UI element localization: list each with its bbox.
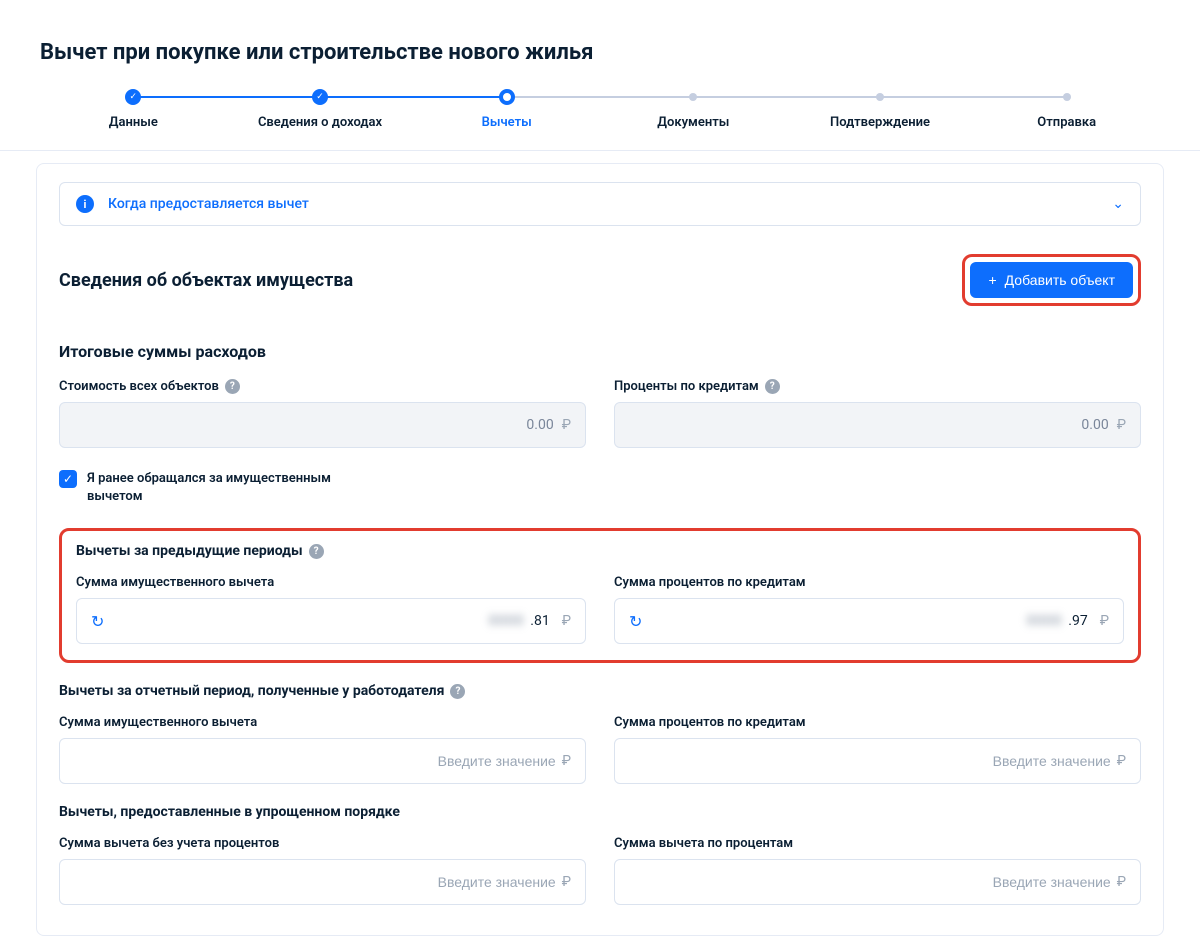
check-icon: ✓ <box>312 89 328 105</box>
ruble-icon: ₽ <box>562 753 571 769</box>
add-button-highlight: + Добавить объект <box>962 254 1141 306</box>
value-tail: .81 <box>530 613 549 629</box>
step-label: Подтверждение <box>830 115 930 130</box>
value-area: 0000 .81 ₽ <box>104 613 571 629</box>
page-title: Вычет при покупке или строительстве ново… <box>0 0 1200 89</box>
employer-row: Сумма имущественного вычета ₽ Сумма проц… <box>59 715 1141 784</box>
reset-icon[interactable]: ↻ <box>91 612 104 631</box>
value-area: 0000 .97 ₽ <box>642 613 1109 629</box>
simple-no-interest-col: Сумма вычета без учета процентов ₽ <box>59 836 586 905</box>
step-label: Сведения о доходах <box>258 115 382 130</box>
ruble-icon: ₽ <box>1117 874 1126 890</box>
simple-interest-label: Сумма вычета по процентам <box>614 836 1141 851</box>
employer-deduction-input[interactable] <box>74 753 556 769</box>
plus-icon: + <box>988 272 996 288</box>
step-label: Документы <box>657 115 729 130</box>
prev-deduction-sum-col: Сумма имущественного вычета ↻ 0000 .81 ₽ <box>76 575 586 644</box>
step-line <box>320 96 507 98</box>
prev-deduction-sum-input[interactable]: ↻ 0000 .81 ₽ <box>76 598 586 644</box>
employer-loan-input-box: ₽ <box>614 738 1141 784</box>
simple-no-interest-label: Сумма вычета без учета процентов <box>59 836 586 851</box>
info-icon: i <box>76 195 94 213</box>
employer-deduction-input-box: ₽ <box>59 738 586 784</box>
simple-interest-input[interactable] <box>629 874 1111 890</box>
step-line <box>133 96 320 98</box>
totals-row: Стоимость всех объектов ? 0.00 ₽ Процент… <box>59 379 1141 448</box>
prev-deduction-check-label: Я ранее обращался за имущественным вычет… <box>87 470 379 506</box>
info-banner[interactable]: i Когда предоставляется вычет ⌄ <box>59 182 1141 226</box>
ruble-icon: ₽ <box>562 613 571 629</box>
ruble-icon: ₽ <box>562 417 571 433</box>
dot-icon <box>689 93 697 101</box>
total-loan-label: Проценты по кредитам ? <box>614 379 1141 394</box>
ruble-icon: ₽ <box>1117 753 1126 769</box>
prev-deduction-check-row: ✓ Я ранее обращался за имущественным выч… <box>59 470 379 506</box>
section-objects-head: Сведения об объектах имущества + Добавит… <box>59 254 1141 306</box>
step-label: Вычеты <box>482 115 532 130</box>
redacted-value: 0000 <box>489 613 524 629</box>
prev-periods-title: Вычеты за предыдущие периоды ? <box>76 543 1124 559</box>
simple-no-interest-input-box: ₽ <box>59 859 586 905</box>
total-cost-col: Стоимость всех объектов ? 0.00 ₽ <box>59 379 586 448</box>
total-cost-label: Стоимость всех объектов ? <box>59 379 586 394</box>
stepper: ✓ Данные ✓ Сведения о доходах Вычеты Док… <box>0 89 1200 151</box>
ruble-icon: ₽ <box>1117 417 1126 433</box>
employer-deduction-label: Сумма имущественного вычета <box>59 715 586 730</box>
employer-loan-input[interactable] <box>629 753 1111 769</box>
prev-periods-highlight: Вычеты за предыдущие периоды ? Сумма иму… <box>59 528 1141 663</box>
check-icon: ✓ <box>125 89 141 105</box>
prev-periods-row: Сумма имущественного вычета ↻ 0000 .81 ₽… <box>76 575 1124 644</box>
employer-loan-col: Сумма процентов по кредитам ₽ <box>614 715 1141 784</box>
redacted-value: 0000 <box>1027 613 1062 629</box>
value-tail: .97 <box>1068 613 1087 629</box>
info-banner-text: Когда предоставляется вычет <box>108 196 309 212</box>
card: i Когда предоставляется вычет ⌄ Сведения… <box>36 163 1164 936</box>
prev-deduction-sum-label: Сумма имущественного вычета <box>76 575 586 590</box>
current-dot-icon <box>499 89 515 105</box>
total-cost-value: 0.00 ₽ <box>59 402 586 448</box>
add-object-button[interactable]: + Добавить объект <box>970 262 1133 298</box>
help-icon[interactable]: ? <box>309 544 324 559</box>
add-object-label: Добавить объект <box>1005 272 1115 288</box>
prev-loan-sum-input[interactable]: ↻ 0000 .97 ₽ <box>614 598 1124 644</box>
section-objects-title: Сведения об объектах имущества <box>59 270 353 291</box>
page: Вычет при покупке или строительстве ново… <box>0 0 1200 936</box>
help-icon[interactable]: ? <box>450 684 465 699</box>
simple-no-interest-input[interactable] <box>74 874 556 890</box>
step-data[interactable]: ✓ Данные <box>40 89 227 130</box>
ruble-icon: ₽ <box>562 874 571 890</box>
reset-icon[interactable]: ↻ <box>629 612 642 631</box>
simple-interest-input-box: ₽ <box>614 859 1141 905</box>
ruble-icon: ₽ <box>1100 613 1109 629</box>
prev-loan-sum-label: Сумма процентов по кредитам <box>614 575 1124 590</box>
chevron-down-icon: ⌄ <box>1112 196 1124 212</box>
employer-deduction-col: Сумма имущественного вычета ₽ <box>59 715 586 784</box>
help-icon[interactable]: ? <box>225 379 240 394</box>
simple-group: Вычеты, предоставленные в упрощенном пор… <box>59 804 1141 905</box>
step-line <box>880 96 1067 98</box>
total-loan-col: Проценты по кредитам ? 0.00 ₽ <box>614 379 1141 448</box>
step-label: Отправка <box>1037 115 1096 130</box>
help-icon[interactable]: ? <box>765 379 780 394</box>
simple-interest-col: Сумма вычета по процентам ₽ <box>614 836 1141 905</box>
prev-loan-sum-col: Сумма процентов по кредитам ↻ 0000 .97 ₽ <box>614 575 1124 644</box>
step-line <box>507 96 694 98</box>
employer-group-title: Вычеты за отчетный период, полученные у … <box>59 683 1141 699</box>
dot-icon <box>876 93 884 101</box>
dot-icon <box>1063 93 1071 101</box>
step-label: Данные <box>109 115 158 130</box>
total-loan-value: 0.00 ₽ <box>614 402 1141 448</box>
simple-row: Сумма вычета без учета процентов ₽ Сумма… <box>59 836 1141 905</box>
prev-deduction-checkbox[interactable]: ✓ <box>59 470 77 488</box>
employer-loan-label: Сумма процентов по кредитам <box>614 715 1141 730</box>
simple-group-title: Вычеты, предоставленные в упрощенном пор… <box>59 804 1141 820</box>
employer-group: Вычеты за отчетный период, полученные у … <box>59 683 1141 784</box>
totals-title: Итоговые суммы расходов <box>59 342 1141 361</box>
step-line <box>693 96 880 98</box>
